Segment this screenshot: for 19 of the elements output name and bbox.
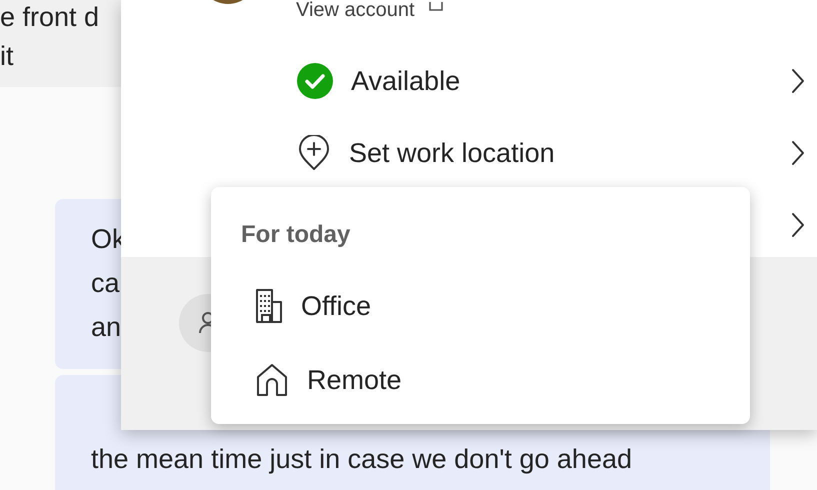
home-icon [255, 362, 289, 398]
chevron-right-icon [791, 68, 805, 94]
location-option[interactable]: Remote [211, 344, 750, 416]
location-option[interactable]: Office [211, 270, 750, 342]
view-account-link[interactable]: View account [296, 0, 415, 22]
check-circle-icon [297, 63, 333, 99]
menu-item[interactable]: Set work location [121, 117, 817, 189]
message-text: an [91, 311, 122, 344]
message-text: ca [91, 267, 120, 300]
message-text: it [0, 40, 14, 73]
submenu-heading: For today [241, 220, 352, 250]
building-icon [255, 288, 283, 324]
message-text: the mean time just in case we don't go ahead [91, 443, 632, 476]
menu-item[interactable]: Available [121, 45, 817, 117]
location-pin-plus-icon [297, 135, 331, 171]
chevron-right-icon [791, 140, 805, 166]
chevron-right-icon [791, 212, 805, 238]
message-text: e front d [0, 1, 100, 34]
submenu-chevron-button[interactable] [791, 212, 805, 238]
